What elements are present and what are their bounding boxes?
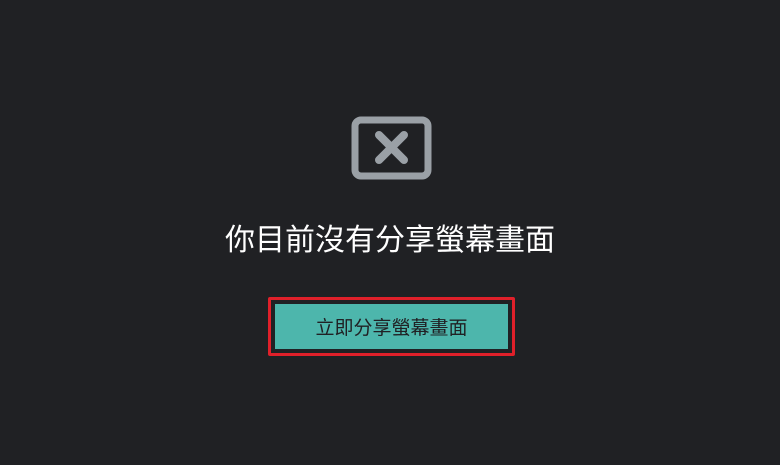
not-sharing-message: 你目前沒有分享螢幕畫面 <box>225 223 555 258</box>
screen-share-off-icon <box>351 116 432 180</box>
share-screen-button-label: 立即分享螢幕畫面 <box>275 304 508 349</box>
screen-share-panel: 你目前沒有分享螢幕畫面 立即分享螢幕畫面 <box>0 0 780 465</box>
share-screen-button[interactable]: 立即分享螢幕畫面 <box>268 297 515 356</box>
